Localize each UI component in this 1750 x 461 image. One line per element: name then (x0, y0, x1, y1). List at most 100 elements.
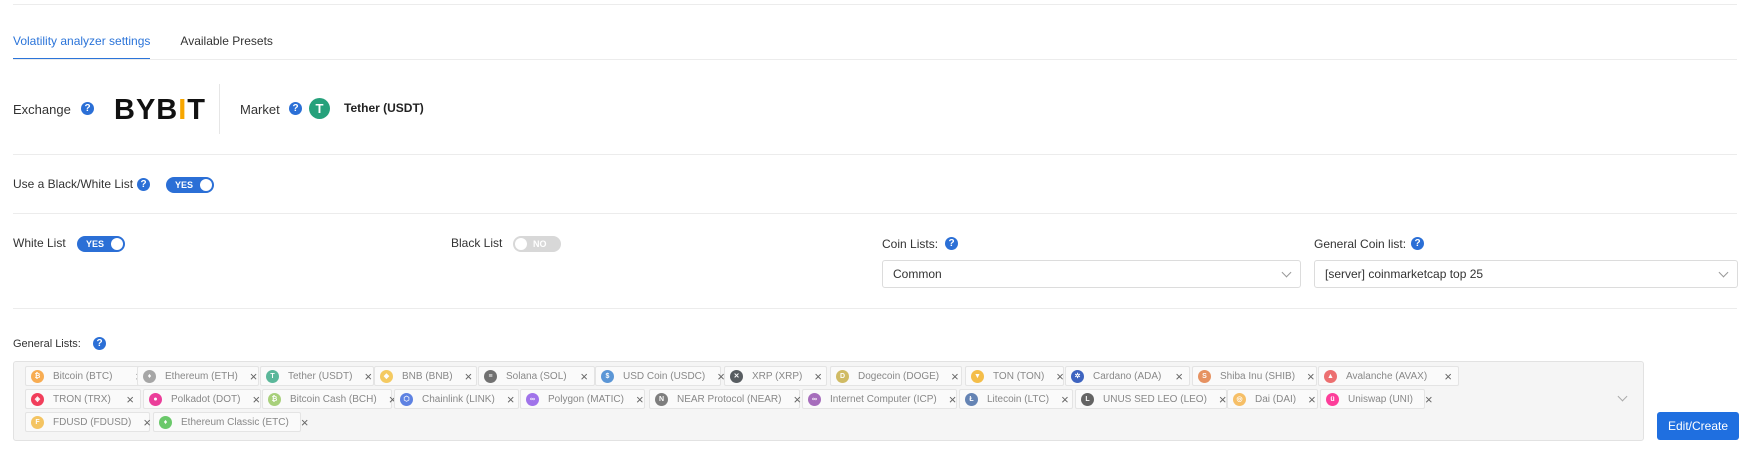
divider (13, 154, 1737, 155)
white-list-toggle[interactable]: YES (77, 236, 125, 252)
coin-tag-label: TON (TON) (993, 370, 1045, 382)
bw-list-help-icon[interactable]: ? (137, 178, 150, 191)
remove-tag-icon[interactable]: × (636, 393, 644, 406)
remove-tag-icon[interactable]: × (301, 416, 309, 429)
coin-tag-label: Litecoin (LTC) (987, 393, 1050, 405)
remove-tag-icon[interactable]: × (951, 370, 959, 383)
remove-tag-icon[interactable]: × (1219, 393, 1227, 406)
remove-tag-icon[interactable]: × (364, 370, 372, 383)
coin-tag-label: FDUSD (FDUSD) (53, 416, 132, 428)
coin-tag: L UNUS SED LEO (LEO) × (1075, 389, 1227, 409)
bw-list-toggle[interactable]: YES (166, 177, 214, 193)
coin-icon: ₿ (268, 392, 281, 406)
black-list-label: Black List (451, 236, 503, 250)
coin-tag: ≡ Solana (SOL) × (478, 366, 595, 386)
remove-tag-icon[interactable]: × (793, 393, 801, 406)
coin-tag: Ł Litecoin (LTC) × (959, 389, 1073, 409)
remove-tag-icon[interactable]: × (465, 370, 473, 383)
tabs-divider (13, 59, 1737, 60)
market-help-icon[interactable]: ? (289, 102, 302, 115)
general-lists-multiselect[interactable]: ₿ Bitcoin (BTC) × ♦ Ethereum (ETH) × T Tether (… (13, 361, 1644, 441)
exchange-help-icon[interactable]: ? (81, 102, 94, 115)
general-coin-list-value: [server] coinmarketcap top 25 (1325, 267, 1484, 281)
coin-tag-label: Solana (SOL) (506, 370, 567, 382)
coin-tag: ◎ Dai (DAI) × (1227, 389, 1318, 409)
coin-tag-label: USD Coin (USDC) (623, 370, 706, 382)
coin-tag-label: Polygon (MATIC) (548, 393, 624, 405)
coin-icon: ♦ (143, 369, 156, 383)
coin-tag-label: Ethereum (ETH) (165, 370, 238, 382)
coin-tag-label: Bitcoin Cash (BCH) (290, 393, 377, 405)
remove-tag-icon[interactable]: × (1425, 393, 1433, 406)
divider (13, 213, 1737, 214)
coin-tag: ₿Bitcoin (BTC)× (25, 366, 150, 386)
remove-tag-icon[interactable]: × (1444, 370, 1452, 383)
coin-tag-label: Tether (USDT) (288, 370, 353, 382)
coin-tag: ◆ BNB (BNB) × (374, 366, 477, 386)
divider (13, 308, 1737, 309)
remove-tag-icon[interactable]: × (1175, 370, 1183, 383)
tab-volatility-analyzer-settings[interactable]: Volatility analyzer settings (13, 34, 151, 60)
coin-tag: D Dogecoin (DOGE) × (830, 366, 962, 386)
general-coin-list-select[interactable]: [server] coinmarketcap top 25 (1314, 260, 1738, 288)
coin-tag: ✲ Cardano (ADA) × (1065, 366, 1190, 386)
remove-tag-icon[interactable]: × (580, 370, 588, 383)
bybit-logo: BYBIT (114, 94, 207, 126)
coin-tag-label: BNB (BNB) (402, 370, 453, 382)
remove-tag-icon[interactable]: × (1308, 393, 1316, 406)
coin-tag-label: Bitcoin (BTC) (53, 370, 113, 382)
toggle-knob (200, 179, 212, 191)
remove-tag-icon[interactable]: × (252, 393, 260, 406)
bw-list-label: Use a Black/White List (13, 177, 134, 191)
coin-tag: ▼ TON (TON) × (965, 366, 1064, 386)
remove-tag-icon[interactable]: × (1307, 370, 1315, 383)
black-list-toggle[interactable]: NO (513, 236, 561, 252)
toggle-knob (111, 238, 123, 250)
coin-icon: ▼ (971, 369, 984, 383)
general-coin-list-help-icon[interactable]: ? (1411, 237, 1424, 250)
remove-tag-icon[interactable]: × (1061, 393, 1069, 406)
white-list-toggle-label: YES (86, 239, 105, 249)
coin-tag-label: Dogecoin (DOGE) (858, 370, 940, 382)
coin-lists-select[interactable]: Common (882, 260, 1301, 288)
settings-tabs: Volatility analyzer settings Available P… (13, 34, 273, 60)
remove-tag-icon[interactable]: × (250, 370, 258, 383)
coin-tag-label: Ethereum Classic (ETC) (181, 416, 289, 428)
coin-icon: ü (1326, 392, 1339, 406)
coin-icon: ₿ (31, 369, 44, 383)
remove-tag-icon[interactable]: × (1056, 370, 1064, 383)
chevron-down-icon (1718, 267, 1729, 278)
remove-tag-icon[interactable]: × (507, 393, 515, 406)
remove-tag-icon[interactable]: × (126, 393, 134, 406)
tab-available-presets[interactable]: Available Presets (180, 34, 273, 60)
coin-tag-label: NEAR Protocol (NEAR) (677, 393, 782, 405)
coin-tag-label: Dai (DAI) (1255, 393, 1297, 405)
coin-icon: ◆ (380, 369, 393, 383)
remove-tag-icon[interactable]: × (814, 370, 822, 383)
coin-tag-label: UNUS SED LEO (LEO) (1103, 393, 1207, 405)
coin-lists-help-icon[interactable]: ? (945, 237, 958, 250)
coin-tag: ◈ TRON (TRX) × (25, 389, 141, 409)
coin-icon: ✲ (1071, 369, 1084, 383)
market-value: Tether (USDT) (344, 101, 424, 115)
general-lists-help-icon[interactable]: ? (93, 337, 106, 350)
chevron-down-icon[interactable] (1617, 391, 1628, 402)
coin-icon: ≡ (484, 369, 497, 383)
coin-tag: ∞ Internet Computer (ICP) × (802, 389, 957, 409)
coin-tag: ü Uniswap (UNI) × (1320, 389, 1433, 409)
coin-icon: ◈ (31, 392, 44, 406)
toggle-knob (515, 238, 527, 250)
coin-tag-label: Polkadot (DOT) (171, 393, 241, 405)
coin-tag-label: XRP (XRP) (752, 370, 803, 382)
coin-tag: N NEAR Protocol (NEAR) × (649, 389, 801, 409)
white-list-label: White List (13, 236, 66, 250)
coin-icon: $ (601, 369, 614, 383)
remove-tag-icon[interactable]: × (143, 416, 151, 429)
remove-tag-icon[interactable]: × (949, 393, 957, 406)
coin-icon: ⬡ (400, 392, 413, 406)
coin-icon: ▲ (1324, 369, 1337, 383)
coin-tag-label: Cardano (ADA) (1093, 370, 1162, 382)
edit-create-button[interactable]: Edit/Create (1657, 412, 1739, 440)
coin-lists-value: Common (893, 267, 942, 281)
coin-icon: ♦ (159, 415, 172, 429)
